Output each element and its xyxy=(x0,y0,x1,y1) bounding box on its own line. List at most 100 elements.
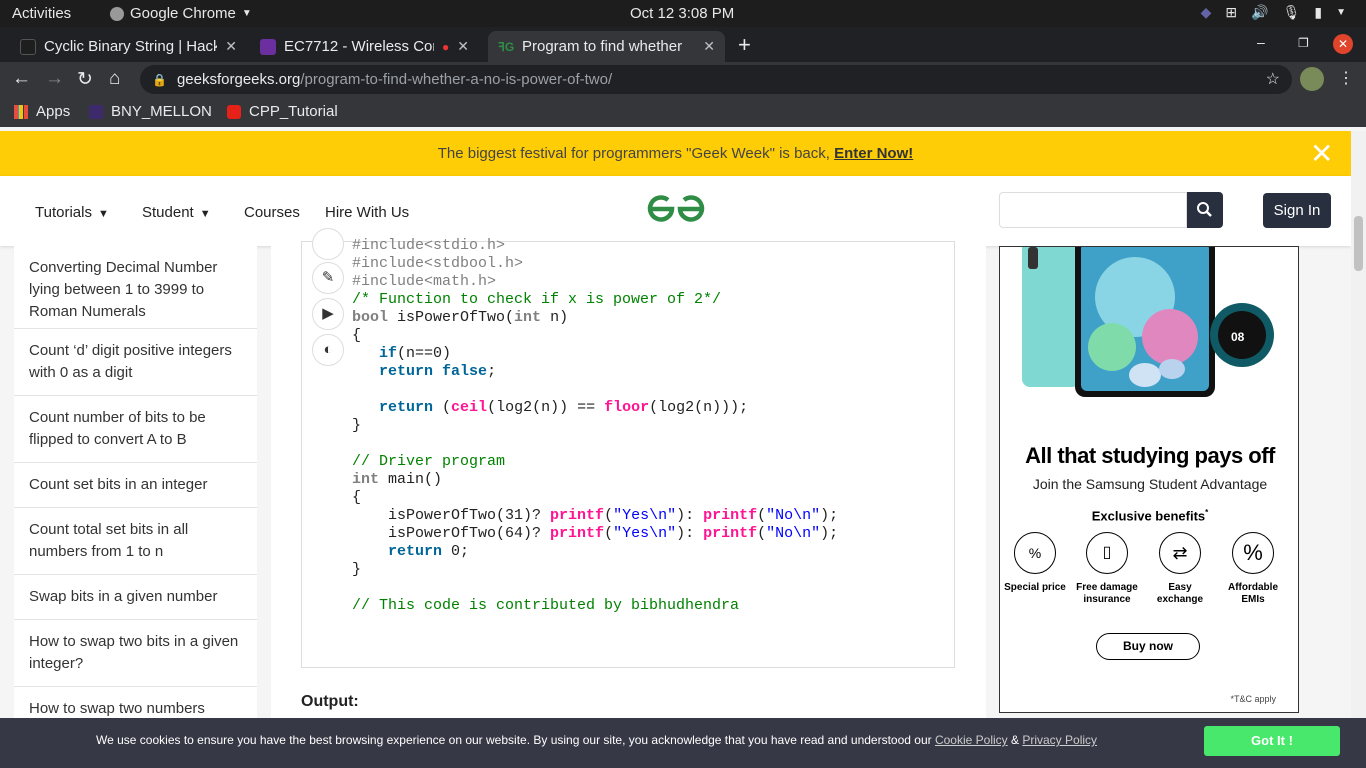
search-button[interactable] xyxy=(1187,192,1223,228)
gfg-logo[interactable] xyxy=(646,192,706,226)
minimize-icon[interactable]: – xyxy=(1257,34,1265,50)
bookmark-star-icon[interactable]: ☆ xyxy=(1266,69,1280,89)
cookie-message-text: We use cookies to ensure you have the be… xyxy=(96,733,935,747)
tab-title: Program to find whether xyxy=(522,38,683,55)
geek-week-banner: The biggest festival for programmers "Ge… xyxy=(0,131,1351,176)
banner-text: The biggest festival for programmers "Ge… xyxy=(437,145,835,162)
play-icon: ▶ xyxy=(322,305,334,322)
tab-gfg[interactable]: ꟻG Program to find whether ✕ xyxy=(488,31,725,62)
reload-icon[interactable]: ↻ xyxy=(77,68,93,91)
bookmarks-bar: Apps BNY_MELLON CPP_Tutorial xyxy=(0,96,1366,127)
sidebar-item[interactable]: Count number of bits to be flipped to co… xyxy=(14,396,257,463)
run-code-button[interactable]: ▶ xyxy=(312,298,344,330)
benefit-label: Easy exchange xyxy=(1156,582,1204,605)
profile-avatar[interactable] xyxy=(1300,67,1324,91)
code-line: #include<stdbool.h> xyxy=(352,255,524,272)
nav-courses[interactable]: Courses xyxy=(244,204,300,221)
sidebar-item[interactable]: Count total set bits in all numbers from… xyxy=(14,508,257,575)
tab-ec7712[interactable]: EC7712 - Wireless Com ● ✕ xyxy=(250,31,485,62)
app-menu[interactable]: Google Chrome ▼ xyxy=(110,5,252,22)
chevron-down-icon: ▼ xyxy=(199,208,211,220)
watch-face-time: 08 xyxy=(1231,330,1245,344)
bookmark-bny-mellon[interactable]: BNY_MELLON xyxy=(89,103,212,120)
gfg-icon: ꟻG xyxy=(498,39,515,54)
bookmark-cpp-tutorial[interactable]: CPP_Tutorial xyxy=(227,103,338,120)
app-name: Google Chrome xyxy=(130,5,236,22)
lock-icon[interactable]: 🔒 xyxy=(152,73,167,87)
tab-title: Cyclic Binary String | Hack xyxy=(44,38,218,55)
tab-hackerearth[interactable]: Cyclic Binary String | Hack ✕ xyxy=(10,31,247,62)
nav-label: Tutorials xyxy=(35,204,92,221)
buy-now-button[interactable]: Buy now xyxy=(1096,633,1200,660)
code-line: // This code is contributed by bibhudhen… xyxy=(352,597,740,614)
system-tray[interactable]: ◆ ⊞ 🔊 🎙 ▮ ▼ xyxy=(1201,4,1346,21)
related-articles-sidebar: Converting Decimal Number lying between … xyxy=(14,246,257,768)
forward-icon[interactable]: → xyxy=(45,68,64,90)
bookmark-apps[interactable]: Apps xyxy=(14,103,70,120)
code-line: int main() xyxy=(352,471,443,488)
pencil-icon: ✎ xyxy=(321,269,335,286)
home-icon[interactable]: ⌂ xyxy=(109,68,120,90)
price-tag-icon: % xyxy=(1014,532,1056,574)
close-window-icon[interactable]: ✕ xyxy=(1333,34,1353,54)
cookie-policy-link[interactable]: Cookie Policy xyxy=(935,733,1008,747)
edit-code-button[interactable]: ✎ xyxy=(312,262,344,294)
back-icon[interactable]: ← xyxy=(12,68,31,90)
sidebar-item[interactable]: Swap bits in a given number xyxy=(14,575,257,620)
theme-toggle-button[interactable]: ◐ xyxy=(312,334,344,366)
code-line: { xyxy=(352,327,362,344)
close-tab-icon[interactable]: ✕ xyxy=(703,38,715,55)
benefit-special-price: % Special price xyxy=(1000,532,1070,594)
cookie-message: We use cookies to ensure you have the be… xyxy=(96,733,1097,747)
output-heading: Output: xyxy=(301,693,359,710)
ad-disclaimer: *T&C apply xyxy=(1230,694,1276,704)
samsung-ad[interactable]: 08 All that studying pays off Join the S… xyxy=(999,246,1299,713)
nav-student[interactable]: Student ▼ xyxy=(142,204,211,221)
bny-icon xyxy=(89,104,103,119)
code-text: #include<stdio.h> #include<stdbool.h> #inc… xyxy=(352,237,838,615)
percent-icon: % xyxy=(1232,532,1274,574)
chrome-icon xyxy=(110,6,124,21)
code-line: isPowerOfTwo(31)? printf("Yes\n"): print… xyxy=(352,507,839,524)
code-line: return (ceil(log2(n)) == floor(log2(n)))… xyxy=(379,399,749,416)
close-tab-icon[interactable]: ✕ xyxy=(225,38,237,55)
cookie-consent-bar: We use cookies to ensure you have the be… xyxy=(0,718,1366,768)
page-scrollbar[interactable] xyxy=(1351,131,1366,768)
ad-subheadline: Join the Samsung Student Advantage xyxy=(1032,476,1268,492)
menu-icon[interactable]: ⋮ xyxy=(1338,68,1354,88)
maximize-icon[interactable]: ❐ xyxy=(1298,36,1309,50)
sign-in-button[interactable]: Sign In xyxy=(1263,193,1331,228)
close-tab-icon[interactable]: ✕ xyxy=(457,38,469,55)
apps-grid-icon xyxy=(14,104,28,119)
nav-hire-with-us[interactable]: Hire With Us xyxy=(325,204,409,221)
benefit-label: Special price xyxy=(1004,582,1066,593)
nav-label: Student xyxy=(142,204,194,221)
search-icon xyxy=(1197,202,1212,217)
sidebar-item[interactable]: How to swap two bits in a given integer? xyxy=(14,620,257,687)
activities-button[interactable]: Activities xyxy=(12,5,71,22)
close-banner-icon[interactable]: ✕ xyxy=(1310,131,1333,176)
code-line: bool isPowerOfTwo(int n) xyxy=(352,309,569,326)
accept-cookies-button[interactable]: Got It ! xyxy=(1204,726,1340,756)
hackerearth-icon xyxy=(20,38,36,55)
scrollbar-thumb[interactable] xyxy=(1354,216,1363,271)
clock[interactable]: Oct 12 3:08 PM xyxy=(630,5,734,22)
search-input[interactable] xyxy=(999,192,1187,228)
sidebar-item[interactable]: Count set bits in an integer xyxy=(14,463,257,508)
teams-icon xyxy=(260,38,276,55)
exchange-icon: ⇄ xyxy=(1159,532,1201,574)
article-content: ✎ ▶ ◐ #include<stdio.h> #include<stdbool.… xyxy=(271,228,986,768)
copy-code-button[interactable] xyxy=(312,228,344,260)
site-header: Tutorials ▼ Student ▼ Courses Hire With Us… xyxy=(0,176,1351,246)
teams-icon[interactable]: ◆ xyxy=(1201,4,1212,21)
chevron-down-icon: ▼ xyxy=(1336,7,1346,18)
privacy-policy-link[interactable]: Privacy Policy xyxy=(1022,733,1097,747)
enter-now-link[interactable]: Enter Now! xyxy=(834,145,913,162)
address-bar[interactable]: 🔒 geeksforgeeks.org/program-to-find-whet… xyxy=(140,65,1292,94)
theme-icon: ◐ xyxy=(323,341,333,358)
sidebar-item[interactable]: Count ‘d’ digit positive integers with 0… xyxy=(14,329,257,396)
code-line: isPowerOfTwo(64)? printf("Yes\n"): print… xyxy=(352,525,839,542)
new-tab-icon[interactable]: + xyxy=(738,32,751,58)
sidebar-item[interactable]: Converting Decimal Number lying between … xyxy=(14,251,257,329)
nav-tutorials[interactable]: Tutorials ▼ xyxy=(35,204,109,221)
